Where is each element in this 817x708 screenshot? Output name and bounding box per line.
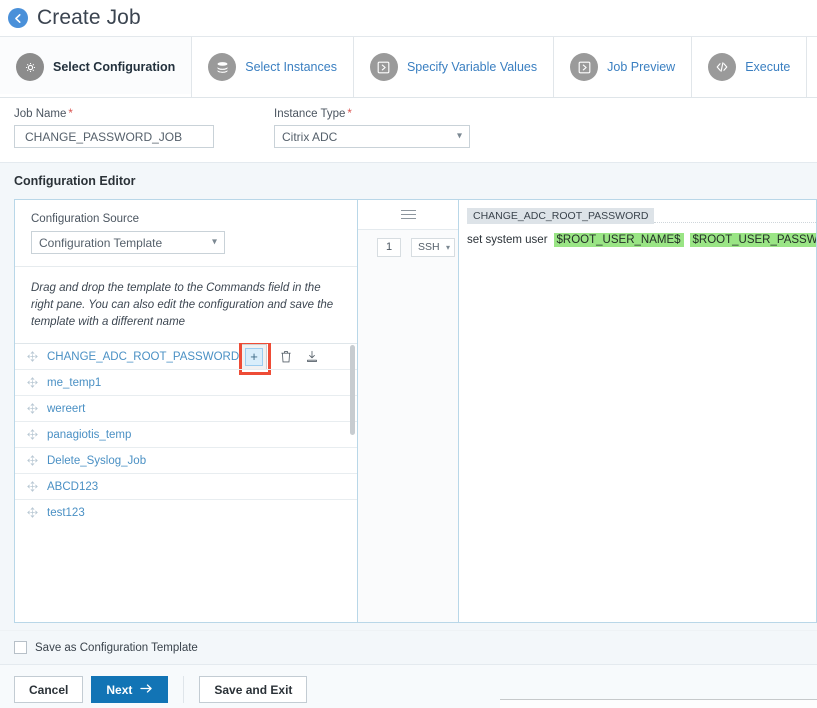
next-button[interactable]: Next	[91, 676, 169, 703]
save-as-template-label: Save as Configuration Template	[35, 641, 198, 654]
configuration-editor-section: Configuration Editor Configuration Sourc…	[0, 162, 817, 630]
gear-icon	[16, 53, 44, 81]
chevron-down-icon: ▾	[456, 129, 462, 141]
trash-icon[interactable]	[278, 349, 293, 364]
tab-label: Execute	[745, 60, 791, 74]
variable-token-username[interactable]: $ROOT_USER_NAME$	[553, 233, 684, 247]
play-circle-icon	[369, 53, 398, 81]
command-gutter: 1 SSH ▾	[358, 200, 459, 622]
required-marker: *	[347, 108, 352, 120]
command-text: set system user	[467, 234, 548, 246]
stacked-layers-icon	[208, 53, 237, 81]
template-name: me_temp1	[47, 376, 102, 389]
configuration-source-select[interactable]: Configuration Template ▾	[31, 231, 225, 254]
page-header: Create Job	[0, 0, 817, 36]
chevron-down-icon: ▾	[211, 235, 217, 247]
commands-pane[interactable]: CHANGE_ADC_ROOT_PASSWORD set system user…	[459, 200, 816, 622]
drag-handle-icon[interactable]	[27, 507, 38, 518]
plus-icon[interactable]: +	[245, 347, 263, 366]
instance-type-value: Citrix ADC	[282, 129, 338, 144]
configuration-source-value: Configuration Template	[39, 235, 163, 250]
list-item[interactable]: wereert	[15, 395, 357, 421]
drag-handle-icon[interactable]	[27, 351, 38, 362]
drag-handle-icon[interactable]	[27, 377, 38, 388]
wizard-tabs: Select Configuration Select Instances Sp…	[0, 36, 817, 98]
template-name: Delete_Syslog_Job	[47, 454, 147, 467]
list-item[interactable]: test123	[15, 499, 357, 525]
required-marker: *	[68, 108, 73, 120]
play-circle-icon	[570, 53, 599, 81]
drag-handle-icon[interactable]	[27, 455, 38, 466]
save-and-exit-button[interactable]: Save and Exit	[199, 676, 308, 703]
list-item[interactable]: CHANGE_ADC_ROOT_PASSWORD +	[15, 343, 357, 375]
page-title: Create Job	[37, 6, 141, 29]
command-row-meta: 1 SSH ▾	[358, 234, 458, 260]
instance-type-label-text: Instance Type	[274, 108, 346, 120]
instance-type-select[interactable]: Citrix ADC ▾	[274, 125, 470, 148]
drag-handle-icon[interactable]	[27, 429, 38, 440]
button-divider	[183, 676, 185, 703]
drag-handle-icon[interactable]	[27, 403, 38, 414]
next-button-label: Next	[106, 682, 133, 697]
template-name: test123	[47, 506, 85, 519]
instance-type-label: Instance Type *	[274, 108, 470, 120]
code-brackets-icon	[708, 53, 737, 81]
protocol-select[interactable]: SSH ▾	[411, 237, 455, 257]
tab-select-configuration[interactable]: Select Configuration	[0, 37, 193, 97]
configuration-editor-title: Configuration Editor	[14, 174, 136, 188]
background-panel-edge	[500, 699, 817, 708]
configuration-source-label: Configuration Source	[31, 213, 140, 225]
configuration-editor-body: Configuration Source Configuration Templ…	[14, 199, 817, 623]
cancel-button[interactable]: Cancel	[14, 676, 84, 703]
job-form: Job Name* Instance Type* Citrix ADC ▾	[0, 98, 817, 162]
template-name: wereert	[47, 402, 86, 415]
list-item[interactable]: panagiotis_temp	[15, 421, 357, 447]
variable-token-password[interactable]: $ROOT_USER_PASSWORD$	[689, 233, 816, 247]
hamburger-icon	[400, 207, 416, 222]
arrow-right-icon	[140, 683, 153, 697]
line-number: 1	[377, 237, 401, 257]
template-list-scrollbar[interactable]	[350, 345, 355, 435]
drag-drop-hint: Drag and drop the template to the Comman…	[31, 282, 334, 328]
download-icon[interactable]	[304, 349, 319, 364]
job-name-label-text: Job Name	[14, 108, 67, 120]
configuration-source-group: Configuration Source Configuration Templ…	[15, 200, 357, 267]
template-name: CHANGE_ADC_ROOT_PASSWORD	[47, 350, 240, 363]
chevron-down-icon: ▾	[445, 242, 450, 252]
tab-specify-variable-values[interactable]: Specify Variable Values	[353, 37, 555, 97]
tab-label: Specify Variable Values	[406, 60, 538, 74]
drag-handle-icon[interactable]	[27, 481, 38, 492]
tab-label: Select Configuration	[53, 60, 176, 74]
add-template-button-wrapper[interactable]: +	[239, 343, 271, 375]
job-name-label: Job Name *	[14, 108, 214, 120]
tab-select-instances[interactable]: Select Instances	[192, 37, 354, 97]
template-row-actions: +	[239, 343, 319, 375]
tab-filler	[807, 37, 817, 97]
template-name: panagiotis_temp	[47, 428, 132, 441]
command-line[interactable]: set system user $ROOT_USER_NAME$ $ROOT_U…	[467, 233, 816, 247]
job-name-field-group: Job Name *	[14, 108, 214, 148]
template-badge: CHANGE_ADC_ROOT_PASSWORD	[467, 208, 655, 224]
save-as-template-checkbox[interactable]	[14, 641, 27, 654]
template-pane: Configuration Source Configuration Templ…	[15, 200, 358, 622]
back-arrow-icon[interactable]	[8, 8, 28, 28]
save-as-template-row: Save as Configuration Template	[0, 630, 817, 664]
list-item[interactable]: Delete_Syslog_Job	[15, 447, 357, 473]
list-item[interactable]: me_temp1	[15, 369, 357, 395]
template-list: CHANGE_ADC_ROOT_PASSWORD + me_temp1 were…	[15, 343, 357, 622]
page-root: Create Job Select Configuration Select I…	[0, 0, 817, 708]
template-badge-row: CHANGE_ADC_ROOT_PASSWORD	[467, 208, 816, 224]
tab-label: Job Preview	[607, 60, 676, 74]
template-name: ABCD123	[47, 480, 99, 493]
job-name-input[interactable]	[14, 125, 214, 148]
tab-job-preview[interactable]: Job Preview	[554, 37, 693, 97]
badge-dotted-fill	[654, 222, 816, 223]
commands-menu-button[interactable]	[358, 200, 458, 230]
protocol-value: SSH	[418, 241, 440, 253]
tab-execute[interactable]: Execute	[692, 37, 808, 97]
tab-label: Select Instances	[245, 60, 337, 74]
instance-type-field-group: Instance Type * Citrix ADC ▾	[274, 108, 470, 148]
list-item[interactable]: ABCD123	[15, 473, 357, 499]
